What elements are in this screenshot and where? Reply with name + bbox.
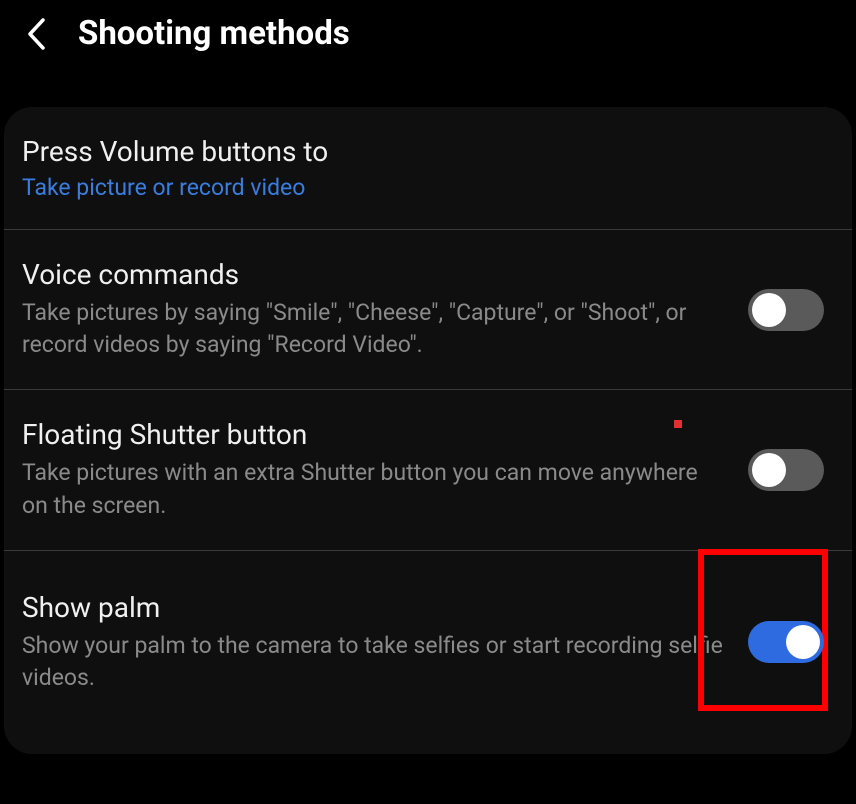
toggle-knob: [786, 625, 820, 659]
show-palm-toggle[interactable]: [748, 621, 824, 663]
setting-desc: Take pictures with an extra Shutter butt…: [22, 457, 728, 521]
floating-shutter-setting[interactable]: Floating Shutter button Take pictures wi…: [4, 390, 852, 550]
floating-shutter-toggle[interactable]: [748, 449, 824, 491]
setting-text: Show palm Show your palm to the camera t…: [22, 591, 748, 694]
setting-text: Voice commands Take pictures by saying "…: [22, 258, 748, 361]
setting-text: Floating Shutter button Take pictures wi…: [22, 418, 748, 521]
setting-value: Take picture or record video: [22, 174, 804, 201]
show-palm-setting[interactable]: Show palm Show your palm to the camera t…: [4, 551, 852, 734]
setting-desc: Show your palm to the camera to take sel…: [22, 630, 728, 694]
page-title: Shooting methods: [78, 14, 350, 53]
voice-commands-toggle[interactable]: [748, 289, 824, 331]
back-icon[interactable]: [22, 16, 50, 52]
toggle-knob: [752, 293, 786, 327]
volume-buttons-setting[interactable]: Press Volume buttons to Take picture or …: [4, 107, 852, 230]
settings-panel: Press Volume buttons to Take picture or …: [4, 107, 852, 754]
voice-commands-setting[interactable]: Voice commands Take pictures by saying "…: [4, 230, 852, 390]
setting-desc: Take pictures by saying "Smile", "Cheese…: [22, 297, 728, 361]
setting-title: Voice commands: [22, 258, 728, 291]
setting-title: Floating Shutter button: [22, 418, 728, 451]
setting-text: Press Volume buttons to Take picture or …: [22, 135, 824, 201]
toggle-knob: [752, 453, 786, 487]
red-indicator-icon: [674, 420, 682, 428]
header: Shooting methods: [0, 0, 856, 67]
setting-title: Press Volume buttons to: [22, 135, 804, 168]
setting-title: Show palm: [22, 591, 728, 624]
